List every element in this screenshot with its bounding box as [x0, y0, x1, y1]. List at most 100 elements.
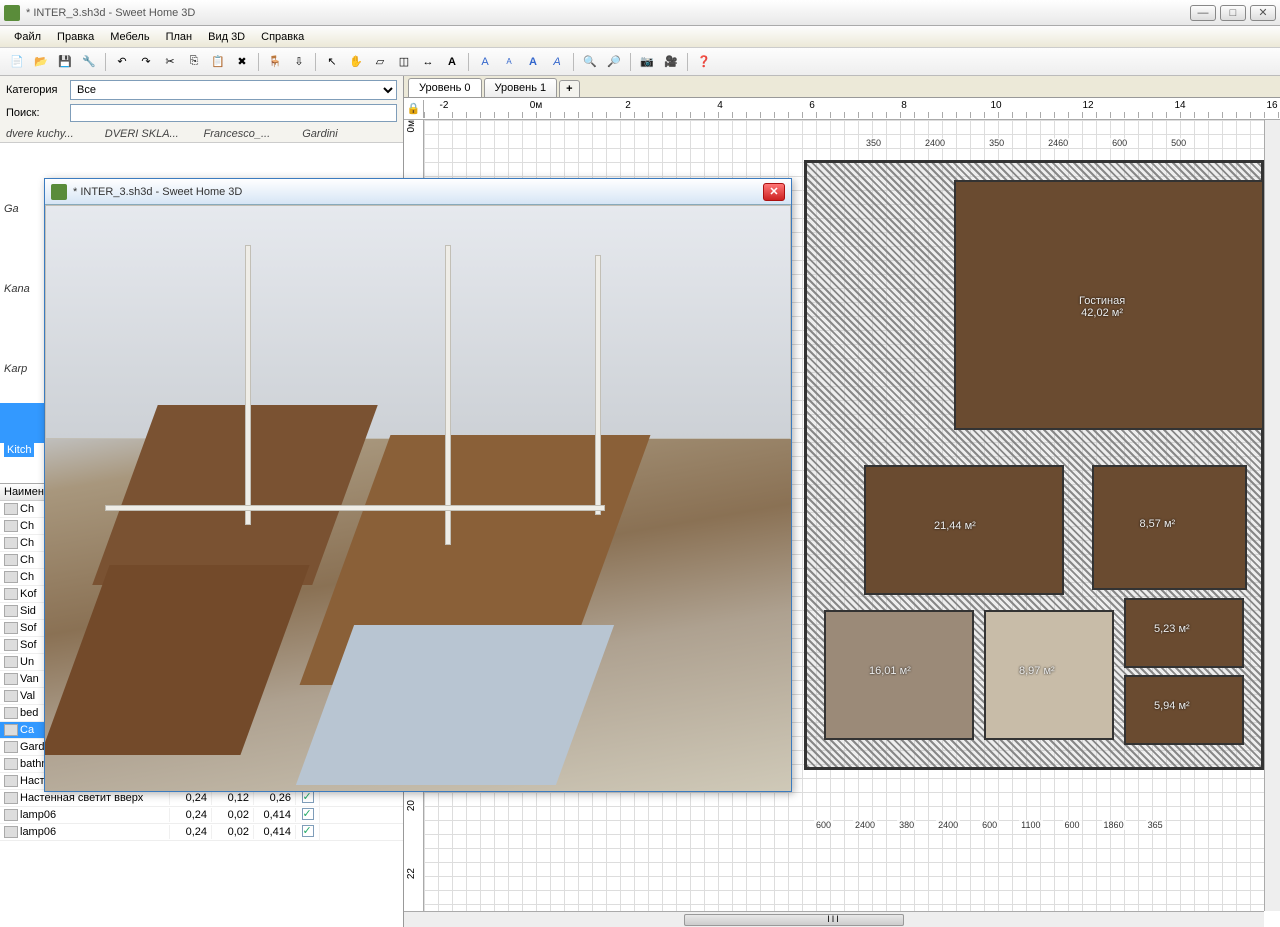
category-select[interactable]: Все — [70, 80, 397, 100]
menu-plan[interactable]: План — [158, 29, 201, 45]
ruler-tick: 20 — [406, 800, 417, 811]
delete-icon[interactable]: ✖ — [231, 51, 253, 73]
window-title: * INTER_3.sh3d - Sweet Home 3D — [26, 7, 1190, 19]
lock-icon[interactable]: 🔒 — [404, 100, 424, 118]
ruler-tick: 22 — [406, 868, 417, 879]
horizontal-scrollbar[interactable]: III — [404, 911, 1264, 927]
add-level-button[interactable]: + — [559, 80, 579, 97]
dimension-label: 600 — [814, 820, 833, 830]
app-icon — [51, 184, 67, 200]
dimension-label: 1860 — [1102, 820, 1126, 830]
dimension-label: 350 — [987, 138, 1006, 148]
text-icon[interactable]: A — [441, 51, 463, 73]
dimension-label: 2400 — [853, 820, 877, 830]
help-icon[interactable]: ❓ — [693, 51, 715, 73]
cut-icon[interactable]: ✂ — [159, 51, 181, 73]
prefs-icon[interactable]: 🔧 — [78, 51, 100, 73]
save-icon[interactable]: 💾 — [54, 51, 76, 73]
select-icon[interactable]: ↖ — [321, 51, 343, 73]
ruler-tick: 8 — [901, 100, 907, 111]
new-file-icon[interactable]: 📄 — [6, 51, 28, 73]
toolbar-separator — [573, 53, 574, 71]
toolbar: 📄 📂 💾 🔧 ↶ ↷ ✂ ⎘ 📋 ✖ 🪑 ⇩ ↖ ✋ ▱ ◫ ↔ A A A … — [0, 48, 1280, 76]
view-3d[interactable] — [45, 205, 791, 791]
table-row[interactable]: lamp060,240,020,414 — [0, 807, 403, 824]
visibility-checkbox[interactable] — [302, 808, 314, 820]
video-icon[interactable]: 🎥 — [660, 51, 682, 73]
scrollbar-thumb[interactable] — [684, 914, 904, 926]
toolbar-separator — [258, 53, 259, 71]
ruler-horizontal: 🔒 -20м246810121416 — [404, 98, 1280, 120]
app-icon — [4, 5, 20, 21]
table-row[interactable]: Настенная светит вверх0,240,120,26 — [0, 790, 403, 807]
window-3d-view[interactable]: * INTER_3.sh3d - Sweet Home 3D ✕ — [44, 178, 792, 792]
zoom-out-icon[interactable]: 🔎 — [603, 51, 625, 73]
room-label: 5,23 м² — [1154, 623, 1190, 635]
photo-icon[interactable]: 📷 — [636, 51, 658, 73]
category-label: Категория — [6, 84, 66, 96]
catalog-col-3: Gardini — [300, 128, 399, 140]
open-file-icon[interactable]: 📂 — [30, 51, 52, 73]
window3d-title: * INTER_3.sh3d - Sweet Home 3D — [73, 186, 763, 198]
dimension-label: 380 — [897, 820, 916, 830]
table-row[interactable]: lamp060,240,020,414 — [0, 824, 403, 841]
add-furniture-icon[interactable]: 🪑 — [264, 51, 286, 73]
visibility-checkbox[interactable] — [302, 791, 314, 803]
dimension-label: 350 — [864, 138, 883, 148]
toolbar-separator — [630, 53, 631, 71]
ruler-tick: 14 — [1174, 100, 1185, 111]
room-label: 8,57 м² — [1140, 518, 1176, 530]
toolbar-separator — [105, 53, 106, 71]
catalog-item[interactable]: Kana — [4, 283, 30, 295]
search-label: Поиск: — [6, 107, 66, 119]
menu-furniture[interactable]: Мебель — [102, 29, 157, 45]
dimension-label: 2400 — [936, 820, 960, 830]
create-room-icon[interactable]: ◫ — [393, 51, 415, 73]
undo-icon[interactable]: ↶ — [111, 51, 133, 73]
dimension-label: 500 — [1169, 138, 1188, 148]
catalog-col-2: Francesco_... — [202, 128, 301, 140]
catalog-col-0: dvere kuchy... — [4, 128, 103, 140]
pan-icon[interactable]: ✋ — [345, 51, 367, 73]
window3d-titlebar[interactable]: * INTER_3.sh3d - Sweet Home 3D ✕ — [45, 179, 791, 205]
maximize-button[interactable]: □ — [1220, 5, 1246, 21]
ruler-tick: 10 — [990, 100, 1001, 111]
room-label: Гостиная42,02 м² — [1079, 295, 1125, 319]
zoom-in-icon[interactable]: 🔍 — [579, 51, 601, 73]
dimensions-bottom: 6002400380240060011006001860365 — [814, 820, 1165, 830]
text-bold-icon[interactable]: A — [522, 51, 544, 73]
menu-help[interactable]: Справка — [253, 29, 312, 45]
visibility-checkbox[interactable] — [302, 825, 314, 837]
catalog-item[interactable]: Karp — [4, 363, 27, 375]
dimension-icon[interactable]: ↔ — [417, 51, 439, 73]
text-bigger-icon[interactable]: A — [474, 51, 496, 73]
dimension-label: 365 — [1146, 820, 1165, 830]
toolbar-separator — [468, 53, 469, 71]
ruler-tick: 0м — [530, 100, 542, 111]
paste-icon[interactable]: 📋 — [207, 51, 229, 73]
dimension-label: 2400 — [923, 138, 947, 148]
copy-icon[interactable]: ⎘ — [183, 51, 205, 73]
wall-3d — [245, 245, 251, 525]
main-titlebar: * INTER_3.sh3d - Sweet Home 3D — □ ✕ — [0, 0, 1280, 26]
dimension-label: 2460 — [1046, 138, 1070, 148]
text-smaller-icon[interactable]: A — [498, 51, 520, 73]
import-icon[interactable]: ⇩ — [288, 51, 310, 73]
catalog-item[interactable]: Ga — [4, 203, 19, 215]
minimize-button[interactable]: — — [1190, 5, 1216, 21]
level-tabs: Уровень 0 Уровень 1 + — [404, 76, 1280, 98]
ruler-tick: 16 — [1266, 100, 1277, 111]
create-wall-icon[interactable]: ▱ — [369, 51, 391, 73]
menu-file[interactable]: Файл — [6, 29, 49, 45]
menu-3d[interactable]: Вид 3D — [200, 29, 253, 45]
text-italic-icon[interactable]: A — [546, 51, 568, 73]
window3d-close-button[interactable]: ✕ — [763, 183, 785, 201]
level-tab-1[interactable]: Уровень 1 — [484, 78, 558, 97]
level-tab-0[interactable]: Уровень 0 — [408, 78, 482, 97]
redo-icon[interactable]: ↷ — [135, 51, 157, 73]
vertical-scrollbar[interactable] — [1264, 120, 1280, 911]
close-button[interactable]: ✕ — [1250, 5, 1276, 21]
catalog-item-selected[interactable]: Kitch — [4, 443, 34, 457]
menu-edit[interactable]: Правка — [49, 29, 102, 45]
search-input[interactable] — [70, 104, 397, 122]
